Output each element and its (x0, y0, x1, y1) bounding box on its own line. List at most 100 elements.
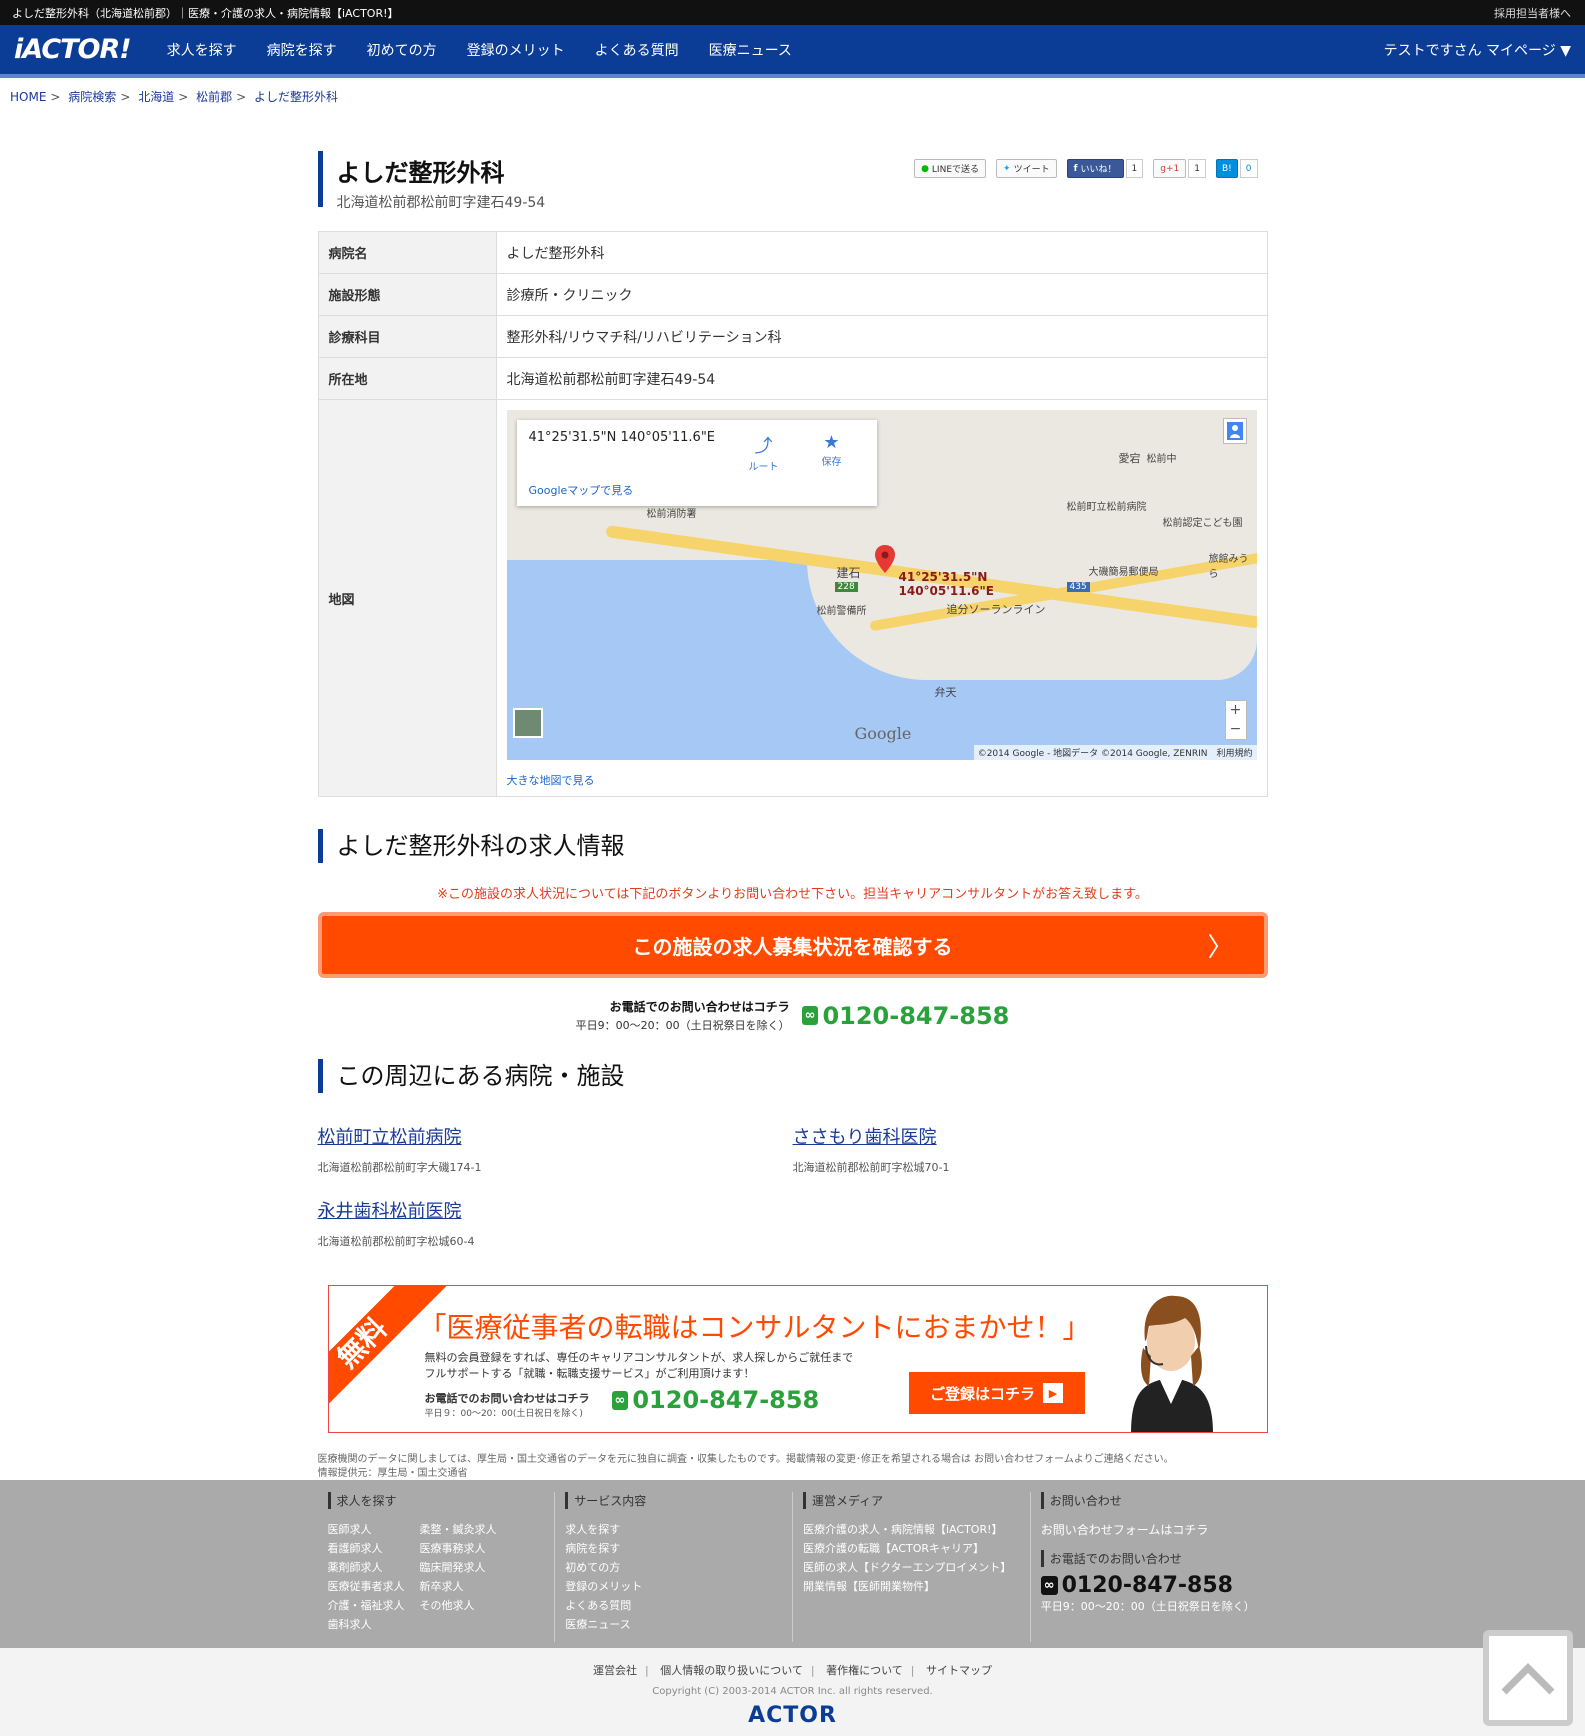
user-menu[interactable]: テストですさん マイページ ▼ (1384, 40, 1571, 60)
privacy-link[interactable]: 個人情報の取り扱いについて (660, 1664, 803, 1677)
footer-link[interactable]: 開業情報【医師開業物件】 (803, 1578, 1020, 1594)
tweet-button[interactable]: ✦ ツイート (996, 159, 1057, 178)
map-place-label: 松前認定こども園 (1162, 518, 1243, 529)
footer-link[interactable]: 薬剤師求人 (328, 1559, 420, 1575)
footer-link[interactable]: 臨床開発求人 (420, 1559, 512, 1575)
nav-first-time[interactable]: 初めての方 (367, 40, 437, 60)
freedial-icon: ∞ (801, 1006, 819, 1025)
nearby-section-title: この周辺にある病院・施設 (317, 1059, 1268, 1093)
chevron-right-icon: 〉 (1207, 932, 1234, 963)
company-link[interactable]: 運営会社 (593, 1664, 637, 1677)
zoom-out-icon[interactable]: − (1226, 720, 1246, 739)
gplus-count: 1 (1188, 159, 1206, 178)
nearby-hospital-link[interactable]: 永井歯科松前医院 (318, 1201, 462, 1222)
footer-link[interactable]: 医療従事者求人 (328, 1578, 420, 1594)
nearby-hospital-address: 北海道松前郡松前町字大磯174-1 (317, 1161, 482, 1174)
top-bar: よしだ整形外科（北海道松前郡）｜医療・介護の求人・病院情報【iACTOR!】 採… (0, 0, 1585, 25)
table-row-map: 地図 松前消防署 建石 228 松前警備所 追分ソーランライン 大磯簡易郵便局 … (317, 399, 1268, 797)
map-pin-icon[interactable] (874, 545, 895, 573)
row-value: よしだ整形外科 (495, 231, 1268, 274)
nearby-list: 松前町立松前病院 北海道松前郡松前町字大磯174-1 ささもり歯科医院 北海道松… (318, 1123, 1268, 1249)
save-button[interactable]: ★ 保存 (807, 432, 857, 468)
map-info-card: 41°25'31.5"N 140°05'11.6"E ⤴ ルート ★ 保存 Goog… (516, 420, 877, 506)
chevron-up-icon (1501, 1663, 1555, 1695)
nav-merits[interactable]: 登録のメリット (467, 40, 565, 60)
footer-link[interactable]: 初めての方 (565, 1559, 782, 1575)
site-logo[interactable]: iACTOR! (14, 34, 132, 65)
line-icon: ● (921, 163, 929, 174)
footer-link[interactable]: 医師の求人【ドクターエンプロイメント】 (803, 1559, 1020, 1575)
row-label: 病院名 (317, 231, 497, 274)
breadcrumb-home[interactable]: HOME (10, 90, 46, 104)
phone-label: お電話でのお問い合わせはコチラ (609, 1000, 790, 1014)
map-place-label: 弁天 (934, 686, 957, 699)
copyright-link[interactable]: 著作権について (826, 1664, 903, 1677)
phone-number[interactable]: ∞ 0120-847-858 (801, 1002, 1009, 1030)
star-icon: ★ (823, 432, 840, 453)
hatena-button[interactable]: B! (1215, 159, 1238, 178)
footer-link[interactable]: 医療ニュース (565, 1616, 782, 1632)
back-to-top-button[interactable] (1483, 1630, 1573, 1726)
register-button[interactable]: ご登録はコチラ ▶ (908, 1372, 1085, 1414)
nav-find-jobs[interactable]: 求人を探す (167, 40, 237, 60)
footer-link[interactable]: 求人を探す (565, 1521, 782, 1537)
employer-link[interactable]: 採用担当者様へ (1494, 5, 1571, 21)
gplus-button[interactable]: g+1 (1153, 159, 1187, 178)
nav-news[interactable]: 医療ニュース (709, 40, 792, 60)
footer-link[interactable]: その他求人 (420, 1597, 512, 1613)
line-share-button[interactable]: ● LINEで送る (914, 159, 987, 178)
footer-link[interactable]: 医療介護の求人・病院情報【iACTOR!】 (803, 1521, 1020, 1537)
row-value: 北海道松前郡松前町字建石49-54 (495, 357, 1268, 400)
footer-link[interactable]: 医療事務求人 (420, 1540, 512, 1556)
footer-link[interactable]: 歯科求人 (328, 1616, 420, 1632)
big-map-link[interactable]: 大きな地図で見る (507, 772, 1257, 788)
footer-link[interactable]: 看護師求人 (328, 1540, 420, 1556)
nav-faq[interactable]: よくある質問 (595, 40, 679, 60)
footer-link[interactable]: 柔整・鍼灸求人 (420, 1521, 512, 1537)
route-icon: ⤴ (754, 436, 773, 457)
nearby-hospital-link[interactable]: ささもり歯科医院 (793, 1127, 937, 1148)
like-count: 1 (1125, 159, 1144, 178)
footer-phone-number[interactable]: ∞ 0120-847-858 (1040, 1573, 1258, 1598)
zoom-in-icon[interactable]: + (1226, 701, 1246, 720)
breadcrumb-hospital-search[interactable]: 病院検索 (68, 90, 116, 104)
map-copyright[interactable]: ©2014 Google - 地図データ ©2014 Google, ZENRI… (973, 745, 1257, 760)
nav-find-hospitals[interactable]: 病院を探す (267, 40, 337, 60)
sitemap-link[interactable]: サイトマップ (926, 1664, 992, 1677)
list-item: ささもり歯科医院 北海道松前郡松前町字松城70-1 (793, 1123, 1268, 1175)
route-button[interactable]: ⤴ ルート (739, 432, 789, 473)
footer-link[interactable]: 医師求人 (328, 1521, 420, 1537)
banner-phone-number[interactable]: ∞ 0120-847-858 (611, 1386, 819, 1414)
satellite-toggle[interactable] (512, 708, 543, 738)
map-place-label: 旅館みうら (1208, 554, 1249, 580)
street-view-icon[interactable] (1222, 418, 1247, 444)
facebook-like-button[interactable]: f いいね！ (1066, 159, 1124, 178)
consultant-photo (1130, 1295, 1213, 1432)
nearby-hospital-link[interactable]: 松前町立松前病院 (318, 1127, 462, 1148)
jobs-section-title: よしだ整形外科の求人情報 (317, 829, 1268, 863)
google-maps-link[interactable]: Googleマップで見る (529, 482, 634, 498)
footer-col-services: サービス内容 求人を探す 病院を探す 初めての方 登録のメリット よくある質問 … (555, 1492, 793, 1642)
contact-form-link[interactable]: お問い合わせフォームはコチラ (1041, 1523, 1209, 1537)
footer-link[interactable]: 介護・福祉求人 (328, 1597, 420, 1613)
breadcrumb-matsumae[interactable]: 松前郡 (196, 90, 232, 104)
map-place-label: 松前警備所 (816, 606, 867, 617)
copyright-text: Copyright (C) 2003-2014 ACTOR Inc. all r… (652, 1686, 933, 1697)
breadcrumb-current[interactable]: よしだ整形外科 (254, 90, 338, 104)
jobs-notice: ※この施設の求人状況については下記のボタンよりお問い合わせ下さい。担当キャリアコ… (437, 887, 1148, 902)
footer-link[interactable]: 新卒求人 (420, 1578, 512, 1594)
hospital-info-table: 病院名 よしだ整形外科 施設形態 診療所・クリニック 診療科目 整形外科/リウマ… (317, 231, 1268, 797)
footer-link[interactable]: 登録のメリット (565, 1578, 782, 1594)
facebook-icon: f (1073, 163, 1078, 174)
zoom-control[interactable]: + − (1224, 700, 1247, 740)
share-buttons: ● LINEで送る ✦ ツイート f いいね！ 1 g+1 1 B! 0 (914, 159, 1258, 178)
google-map[interactable]: 松前消防署 建石 228 松前警備所 追分ソーランライン 大磯簡易郵便局 435… (506, 410, 1257, 760)
footer-link[interactable]: 病院を探す (565, 1540, 782, 1556)
footer-link[interactable]: 医療介護の転職【ACTORキャリア】 (803, 1540, 1020, 1556)
main-content: ● LINEで送る ✦ ツイート f いいね！ 1 g+1 1 B! 0 よしだ整形外… (317, 151, 1268, 1481)
page-title-bar: よしだ整形外科（北海道松前郡）｜医療・介護の求人・病院情報【iACTOR!】 (12, 6, 399, 20)
consultant-banner[interactable]: 無料 「医療従事者の転職はコンサルタントにおまかせ！」 無料の会員登録をすれば、… (327, 1285, 1268, 1433)
breadcrumb-hokkaido[interactable]: 北海道 (138, 90, 174, 104)
check-jobs-button[interactable]: この施設の求人募集状況を確認する 〉 (317, 912, 1268, 978)
footer-link[interactable]: よくある質問 (565, 1597, 782, 1613)
